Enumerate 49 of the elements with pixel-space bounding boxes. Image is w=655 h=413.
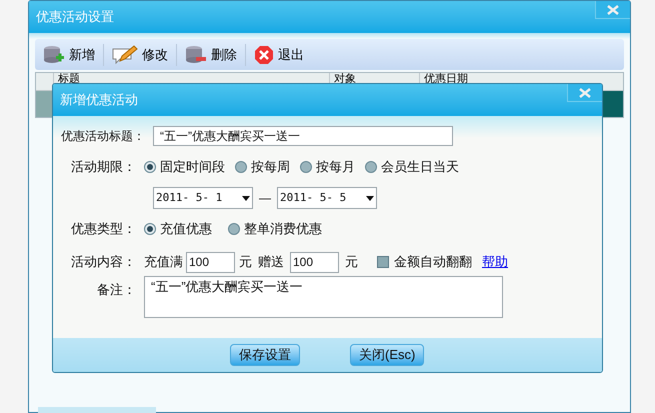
amount-field[interactable]: 100 bbox=[186, 252, 235, 272]
field-label: 优惠类型： bbox=[70, 220, 137, 238]
close-dialog-button[interactable]: 关闭(Esc) bbox=[350, 344, 424, 366]
dialog-title: 新增优惠活动 bbox=[60, 91, 138, 110]
radio-button[interactable] bbox=[228, 223, 240, 235]
radio-button[interactable] bbox=[300, 161, 312, 173]
radio-button[interactable] bbox=[144, 223, 156, 235]
field-label: 备注： bbox=[96, 281, 137, 299]
unit-label: 元 bbox=[345, 253, 358, 272]
amount-field[interactable]: 100 bbox=[290, 252, 339, 272]
toolbar-button[interactable]: 退出 bbox=[250, 40, 308, 68]
date-dropdown[interactable]: 2011- 5- 5 bbox=[277, 187, 377, 209]
radio-button[interactable] bbox=[144, 161, 156, 173]
unit-label: 元 bbox=[239, 253, 252, 272]
radio-button[interactable] bbox=[365, 161, 377, 173]
caret-icon bbox=[242, 196, 250, 200]
save-button[interactable]: 保存设置 bbox=[230, 344, 300, 366]
close-icon bbox=[579, 88, 591, 98]
radio-label: 会员生日当天 bbox=[381, 158, 459, 176]
field-label: 活动内容： bbox=[70, 253, 137, 272]
close-icon bbox=[607, 4, 619, 14]
title-field[interactable]: “五一”优惠大酬宾买一送一 bbox=[153, 126, 453, 146]
close-button[interactable] bbox=[595, 1, 630, 19]
field-label: 充值满 bbox=[144, 253, 183, 272]
checkbox-label: 金额自动翻翻 bbox=[394, 253, 472, 272]
toolbar-button[interactable]: 删除 bbox=[181, 40, 241, 68]
field-label: 活动期限： bbox=[70, 158, 137, 176]
radio-label: 整单消费优惠 bbox=[244, 220, 322, 238]
database-remove-icon bbox=[185, 44, 207, 64]
radio-label: 固定时间段 bbox=[160, 158, 225, 176]
checkbox[interactable] bbox=[377, 256, 389, 268]
radio-label: 按每月 bbox=[316, 158, 355, 176]
close-icon bbox=[254, 44, 274, 64]
caret-icon bbox=[366, 196, 374, 200]
field-label: 赠送 bbox=[258, 253, 284, 272]
radio-button[interactable] bbox=[235, 161, 247, 173]
window-title: 优惠活动设置 bbox=[36, 8, 114, 26]
database-add-icon bbox=[43, 44, 65, 64]
close-button[interactable] bbox=[567, 84, 602, 102]
field-label: 优惠活动标题： bbox=[60, 128, 146, 145]
pencil-note-icon bbox=[112, 44, 138, 64]
remarks-field[interactable]: “五一”优惠大酬宾买一送一 bbox=[144, 276, 503, 318]
date-dropdown[interactable]: 2011- 5- 1 bbox=[153, 187, 253, 209]
date-separator: — bbox=[258, 190, 272, 207]
toolbar-button[interactable]: 修改 bbox=[108, 40, 172, 68]
help-link[interactable]: 帮助 bbox=[482, 252, 508, 272]
radio-label: 充值优惠 bbox=[160, 220, 212, 238]
radio-label: 按每周 bbox=[251, 158, 290, 176]
toolbar-button[interactable]: 新增 bbox=[39, 40, 99, 68]
